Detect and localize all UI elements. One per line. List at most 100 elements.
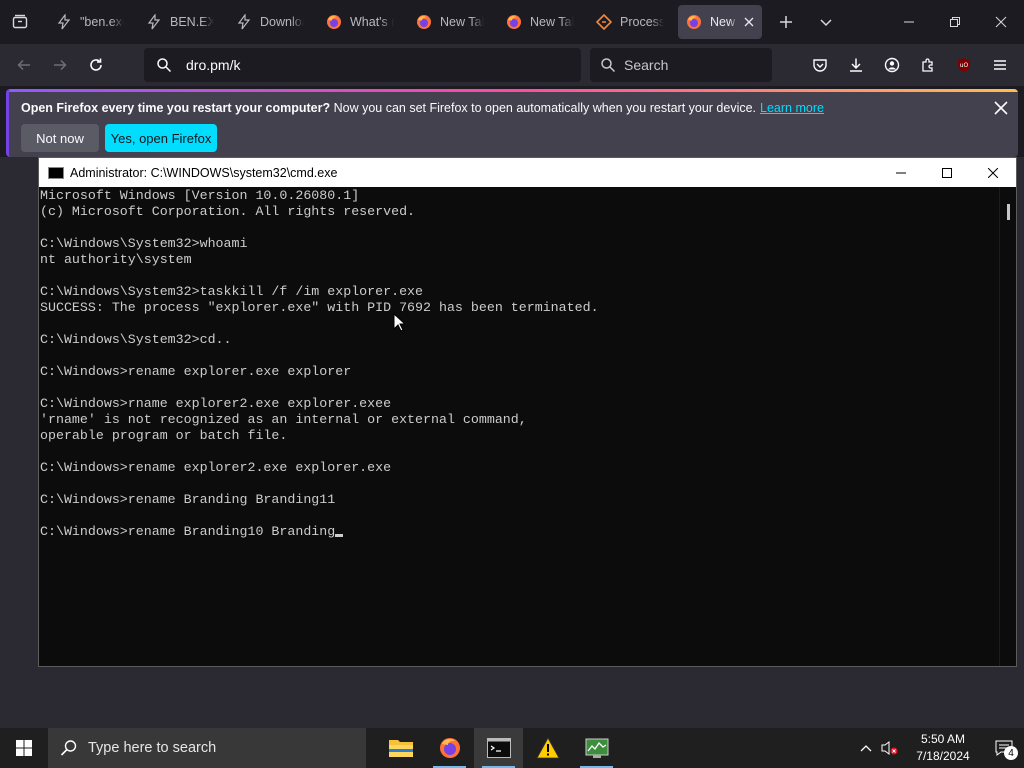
learn-more-link[interactable]: Learn more (760, 101, 824, 115)
tab-7[interactable]: New T (678, 5, 762, 39)
firefox-view-button[interactable] (0, 0, 40, 44)
clock-time: 5:50 AM (920, 732, 966, 746)
firefox-icon (686, 14, 702, 30)
tab-label: New Tab (530, 15, 574, 29)
tab-close-button[interactable] (744, 15, 754, 30)
svg-text:uO: uO (960, 62, 969, 69)
search-bar[interactable]: Search (590, 48, 772, 82)
reload-button[interactable] (78, 49, 114, 81)
system-tray: 5:50 AM 7/18/2024 4 (854, 728, 1024, 768)
taskbar: Type here to search 5:50 AM 7/18/2024 4 (0, 728, 1024, 768)
arrow-right-icon (54, 59, 67, 71)
tab-2[interactable]: Download (228, 5, 312, 39)
tab-label: New T (710, 15, 738, 29)
search-icon (60, 740, 77, 756)
scrollbar-thumb[interactable] (1007, 204, 1010, 220)
console-line: operable program or batch file. (40, 428, 288, 443)
pocket-icon (813, 59, 827, 72)
tab-6[interactable]: Process I (588, 5, 672, 39)
download-icon (850, 58, 862, 72)
console-line: Microsoft Windows [Version 10.0.26080.1] (40, 188, 360, 203)
minimize-window-button[interactable] (886, 0, 932, 44)
taskbar-file-explorer[interactable] (376, 728, 425, 768)
console-current-input: C:\Windows>rename Branding10 Branding (40, 524, 336, 539)
app-menu-button[interactable] (982, 49, 1018, 81)
lightning-icon (146, 14, 162, 30)
console-output[interactable]: Microsoft Windows [Version 10.0.26080.1]… (39, 187, 999, 666)
close-window-button[interactable] (978, 0, 1024, 44)
ublock-icon: uO (958, 58, 970, 72)
firefox-icon (506, 14, 522, 30)
task-manager-icon (585, 738, 608, 758)
pocket-button[interactable] (802, 49, 838, 81)
taskbar-warning-app[interactable] (523, 728, 572, 768)
start-button[interactable] (0, 728, 48, 768)
close-icon (988, 167, 998, 178)
chevron-down-icon (820, 19, 832, 27)
console-line: C:\Windows\System32>whoami (40, 236, 248, 251)
account-icon (884, 57, 900, 73)
extensions-button[interactable] (910, 49, 946, 81)
console-line: C:\Windows\System32>taskkill /f /im expl… (40, 284, 424, 299)
tab-strip: "ben.exe BEN.EXE Download What's n New Tab Ne… (0, 0, 1024, 44)
windows-logo-icon (16, 740, 32, 756)
back-button[interactable] (6, 49, 42, 81)
tab-1[interactable]: BEN.EXE (138, 5, 222, 39)
url-bar[interactable]: dro.pm/k (144, 48, 581, 82)
tab-0[interactable]: "ben.exe (48, 5, 132, 39)
forward-button[interactable] (42, 49, 78, 81)
tab-3[interactable]: What's n (318, 5, 402, 39)
reload-icon (90, 58, 102, 71)
show-hidden-icons-button[interactable] (854, 728, 878, 768)
chevron-up-icon (860, 745, 872, 752)
tab-label: Process I (620, 15, 664, 29)
tab-4[interactable]: New Tab (408, 5, 492, 39)
notification-gradient-bar (9, 89, 1018, 92)
restore-window-button[interactable] (932, 0, 978, 44)
cmd-scrollbar[interactable] (999, 187, 1016, 666)
cmd-title-bar[interactable]: Administrator: C:\WINDOWS\system32\cmd.e… (39, 158, 1016, 187)
new-tab-button[interactable] (766, 0, 806, 44)
clock-date: 7/18/2024 (916, 749, 970, 763)
taskbar-command-prompt[interactable] (474, 728, 523, 768)
clock[interactable]: 5:50 AM 7/18/2024 (902, 731, 984, 765)
list-all-tabs-button[interactable] (806, 0, 846, 44)
notification-bold-text: Open Firefox every time you restart your… (21, 101, 331, 115)
cmd-maximize-button[interactable] (924, 158, 970, 187)
not-now-button[interactable]: Not now (21, 124, 99, 152)
search-icon (157, 58, 172, 73)
command-prompt-icon (486, 738, 511, 758)
notification-message: Open Firefox every time you restart your… (21, 101, 824, 115)
console-cursor (335, 534, 344, 537)
volume-button[interactable] (878, 728, 902, 768)
close-icon (994, 101, 1008, 115)
downloads-button[interactable] (838, 49, 874, 81)
cmd-window-title: Administrator: C:\WINDOWS\system32\cmd.e… (70, 165, 338, 180)
account-button[interactable] (874, 49, 910, 81)
close-icon (744, 17, 754, 26)
console-line: C:\Windows>rename explorer2.exe explorer… (40, 460, 392, 475)
mouse-pointer-icon (393, 313, 405, 332)
taskbar-search-box[interactable]: Type here to search (48, 728, 366, 768)
search-icon (601, 58, 616, 73)
yes-open-firefox-button[interactable]: Yes, open Firefox (105, 124, 217, 152)
default-browser-notification: Open Firefox every time you restart your… (6, 89, 1018, 157)
diamond-icon (596, 14, 612, 30)
console-line: SUCCESS: The process "explorer.exe" with… (40, 300, 599, 315)
console-line: C:\Windows>rename explorer.exe explorer (40, 364, 352, 379)
action-center-button[interactable]: 4 (984, 728, 1024, 768)
taskbar-firefox[interactable] (425, 728, 474, 768)
tab-5[interactable]: New Tab (498, 5, 582, 39)
taskbar-task-manager[interactable] (572, 728, 621, 768)
cmd-app-icon (48, 166, 64, 179)
arrow-left-icon (17, 59, 30, 71)
ublock-origin-button[interactable]: uO (946, 49, 982, 81)
notification-close-button[interactable] (994, 99, 1008, 120)
cmd-minimize-button[interactable] (878, 158, 924, 187)
cmd-close-button[interactable] (970, 158, 1016, 187)
